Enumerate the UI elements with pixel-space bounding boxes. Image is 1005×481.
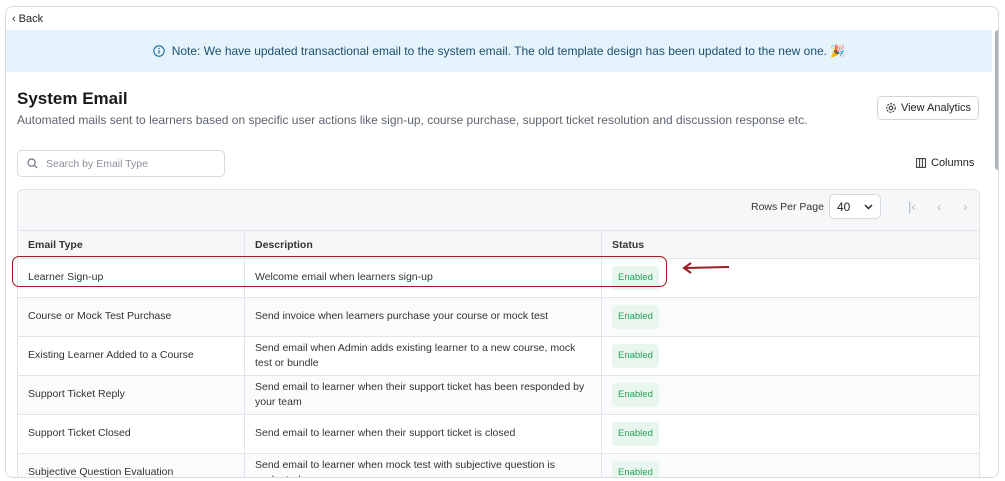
email-type-cell: Existing Learner Added to a Course	[18, 337, 245, 375]
columns-label: Columns	[931, 157, 975, 169]
email-type-cell: Subjective Question Evaluation	[18, 454, 245, 477]
annotation-arrow-icon	[682, 262, 730, 274]
status-badge[interactable]: Enabled	[612, 461, 659, 477]
header-status[interactable]: Status	[602, 231, 979, 258]
back-link[interactable]: ‹ Back	[12, 13, 43, 25]
status-cell: Enabled	[602, 337, 979, 375]
page-title: System Email	[17, 89, 128, 108]
status-cell: Enabled	[602, 298, 979, 336]
description-cell: Send email to learner when mock test wit…	[245, 454, 602, 477]
description-cell: Send email when Admin adds existing lear…	[245, 337, 602, 375]
email-type-cell: Support Ticket Reply	[18, 376, 245, 414]
table-row[interactable]: Learner Sign-up Welcome email when learn…	[18, 259, 979, 298]
description-cell: Send invoice when learners purchase your…	[245, 298, 602, 336]
chevron-down-icon	[864, 204, 873, 209]
app-frame: ‹ Back Note: We have updated transaction…	[5, 6, 999, 478]
search-input[interactable]	[46, 157, 206, 170]
header-description[interactable]: Description	[245, 231, 602, 258]
rows-per-page-select[interactable]: 40	[829, 194, 881, 219]
next-page-icon[interactable]: ›	[963, 199, 967, 214]
table-row[interactable]: Course or Mock Test Purchase Send invoic…	[18, 298, 979, 337]
status-cell: Enabled	[602, 376, 979, 414]
chevron-left-icon: ‹	[12, 12, 16, 25]
columns-button[interactable]: Columns	[916, 157, 974, 169]
info-banner: Note: We have updated transactional emai…	[6, 30, 992, 72]
pagination-bar: Rows Per Page 40 |‹ ‹ ›	[18, 190, 979, 231]
description-cell: Send email to learner when their support…	[245, 376, 602, 414]
email-type-cell: Support Ticket Closed	[18, 415, 245, 453]
table-row[interactable]: Subjective Question Evaluation Send emai…	[18, 454, 979, 477]
description-cell: Welcome email when learners sign-up	[245, 259, 602, 297]
search-icon	[27, 158, 38, 169]
email-table: Rows Per Page 40 |‹ ‹ › Email Type Descr…	[17, 189, 980, 477]
back-label: Back	[18, 13, 44, 25]
status-cell: Enabled	[602, 415, 979, 453]
prev-page-icon[interactable]: ‹	[937, 199, 941, 214]
rows-per-page-value: 40	[837, 199, 851, 214]
gear-icon	[886, 103, 896, 113]
table-row[interactable]: Support Ticket Reply Send email to learn…	[18, 376, 979, 415]
view-analytics-button[interactable]: View Analytics	[877, 96, 979, 120]
columns-icon	[916, 158, 926, 168]
header-email-type[interactable]: Email Type	[18, 231, 245, 258]
first-page-icon[interactable]: |‹	[908, 199, 916, 214]
status-cell: Enabled	[602, 259, 979, 297]
status-cell: Enabled	[602, 454, 979, 477]
status-badge[interactable]: Enabled	[612, 344, 659, 368]
rows-per-page-label: Rows Per Page	[751, 201, 824, 213]
status-badge[interactable]: Enabled	[612, 305, 659, 329]
page-subtitle: Automated mails sent to learners based o…	[17, 113, 808, 127]
status-badge[interactable]: Enabled	[612, 266, 659, 290]
status-badge[interactable]: Enabled	[612, 383, 659, 407]
table-header: Email Type Description Status	[18, 231, 979, 259]
table-row[interactable]: Existing Learner Added to a Course Send …	[18, 337, 979, 376]
banner-text: Note: We have updated transactional emai…	[171, 44, 846, 58]
status-badge[interactable]: Enabled	[612, 422, 659, 446]
scrollbar[interactable]	[995, 30, 998, 170]
search-field[interactable]	[17, 150, 225, 177]
view-analytics-label: View Analytics	[900, 102, 972, 114]
info-icon	[152, 45, 165, 57]
email-type-cell: Course or Mock Test Purchase	[18, 298, 245, 336]
email-type-cell: Learner Sign-up	[18, 259, 245, 297]
description-cell: Send email to learner when their support…	[245, 415, 602, 453]
table-row[interactable]: Support Ticket Closed Send email to lear…	[18, 415, 979, 454]
